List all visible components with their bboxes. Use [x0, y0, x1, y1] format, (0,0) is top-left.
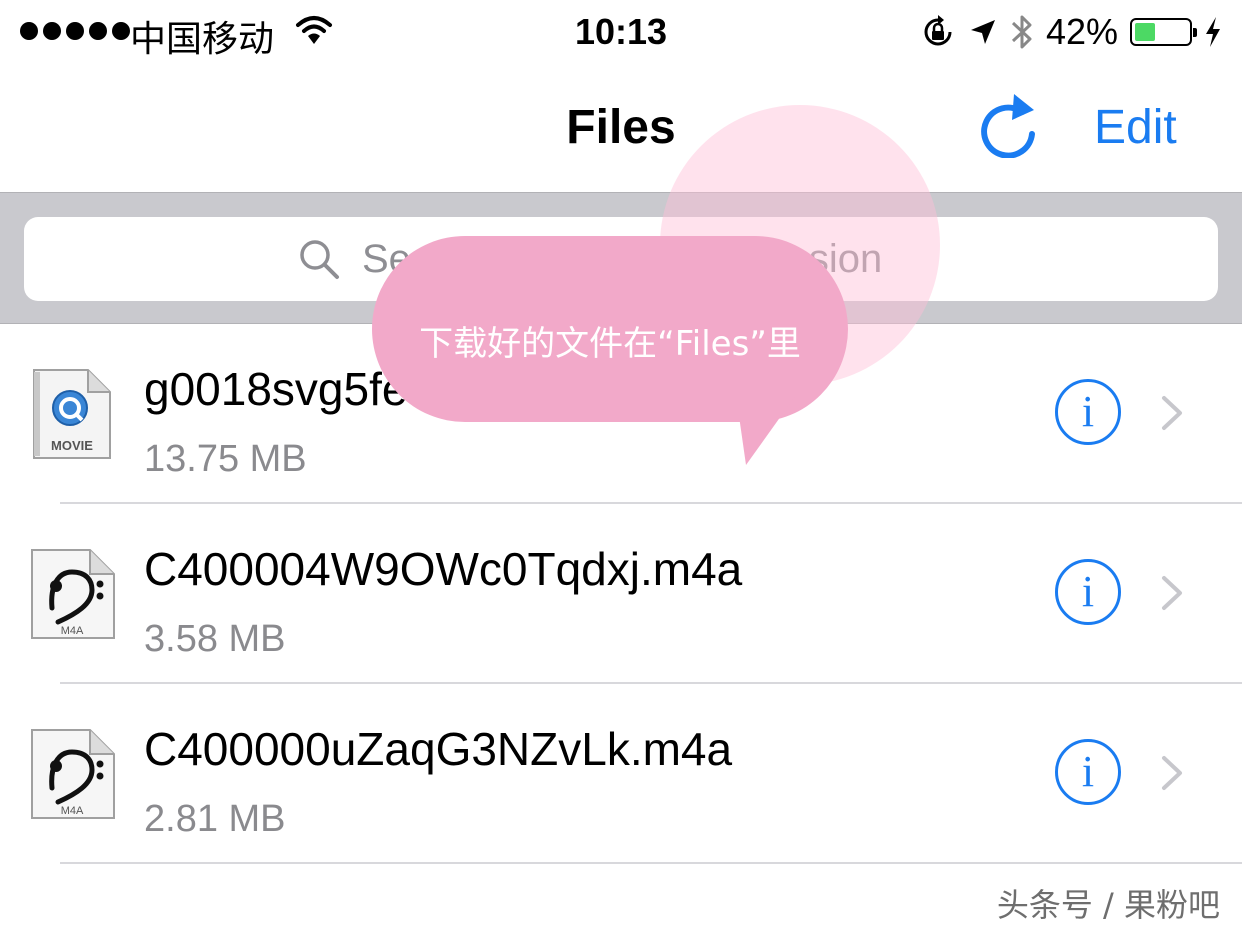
file-size: 3.58 MB — [144, 618, 286, 660]
rotation-lock-icon — [924, 15, 952, 46]
battery-level-fill — [1135, 23, 1156, 41]
list-item[interactable]: M4A C400004W9OWc0Tqdxj.m4a 3.58 MB i — [0, 504, 1242, 684]
status-time: 10:13 — [574, 11, 668, 52]
location-arrow-icon — [970, 20, 995, 44]
wifi-icon — [296, 16, 332, 44]
chevron-right-icon — [1162, 576, 1182, 610]
info-button[interactable]: i — [1055, 739, 1121, 805]
carrier-name: 中国移动 — [130, 19, 275, 60]
file-size: 2.81 MB — [144, 798, 286, 840]
file-icon-label: MOVIE — [51, 438, 93, 453]
file-icon-label: M4A — [61, 625, 84, 637]
file-name: g0018svg5fe — [144, 363, 408, 415]
status-right: 42% — [908, 10, 1222, 54]
refresh-icon[interactable] — [976, 90, 1040, 158]
movie-file-icon: MOVIE — [33, 369, 111, 459]
file-icon-label: M4A — [61, 805, 84, 817]
info-button[interactable]: i — [1055, 379, 1121, 445]
watermark: 头条号 / 果粉吧 — [996, 886, 1220, 924]
search-icon — [300, 240, 339, 279]
audio-file-icon: M4A — [31, 549, 115, 639]
navigation-bar: Files Edit — [0, 64, 1242, 192]
battery-percentage: 42% — [1045, 11, 1118, 52]
edit-button[interactable]: Edit — [1094, 100, 1177, 155]
speech-bubble-text: 下载好的文件在“Files”里 — [419, 324, 801, 364]
signal-strength-icon — [20, 22, 130, 40]
file-name: C400000uZaqG3NZvLk.m4a — [144, 723, 733, 775]
speech-bubble-tail — [736, 395, 796, 465]
chevron-right-icon — [1162, 396, 1182, 430]
list-item[interactable]: M4A C400000uZaqG3NZvLk.m4a 2.81 MB i — [0, 684, 1242, 864]
info-button[interactable]: i — [1055, 559, 1121, 625]
file-name: C400004W9OWc0Tqdxj.m4a — [144, 543, 743, 595]
chevron-right-icon — [1162, 756, 1182, 790]
status-bar: 中国移动 10:13 42% — [0, 0, 1242, 64]
row-separator — [60, 862, 1242, 864]
charging-bolt-icon — [1206, 17, 1220, 47]
page-title: Files — [566, 101, 676, 154]
battery-icon — [1130, 18, 1197, 46]
file-size: 13.75 MB — [144, 438, 307, 480]
audio-file-icon: M4A — [31, 729, 115, 819]
bluetooth-icon — [1011, 15, 1032, 49]
